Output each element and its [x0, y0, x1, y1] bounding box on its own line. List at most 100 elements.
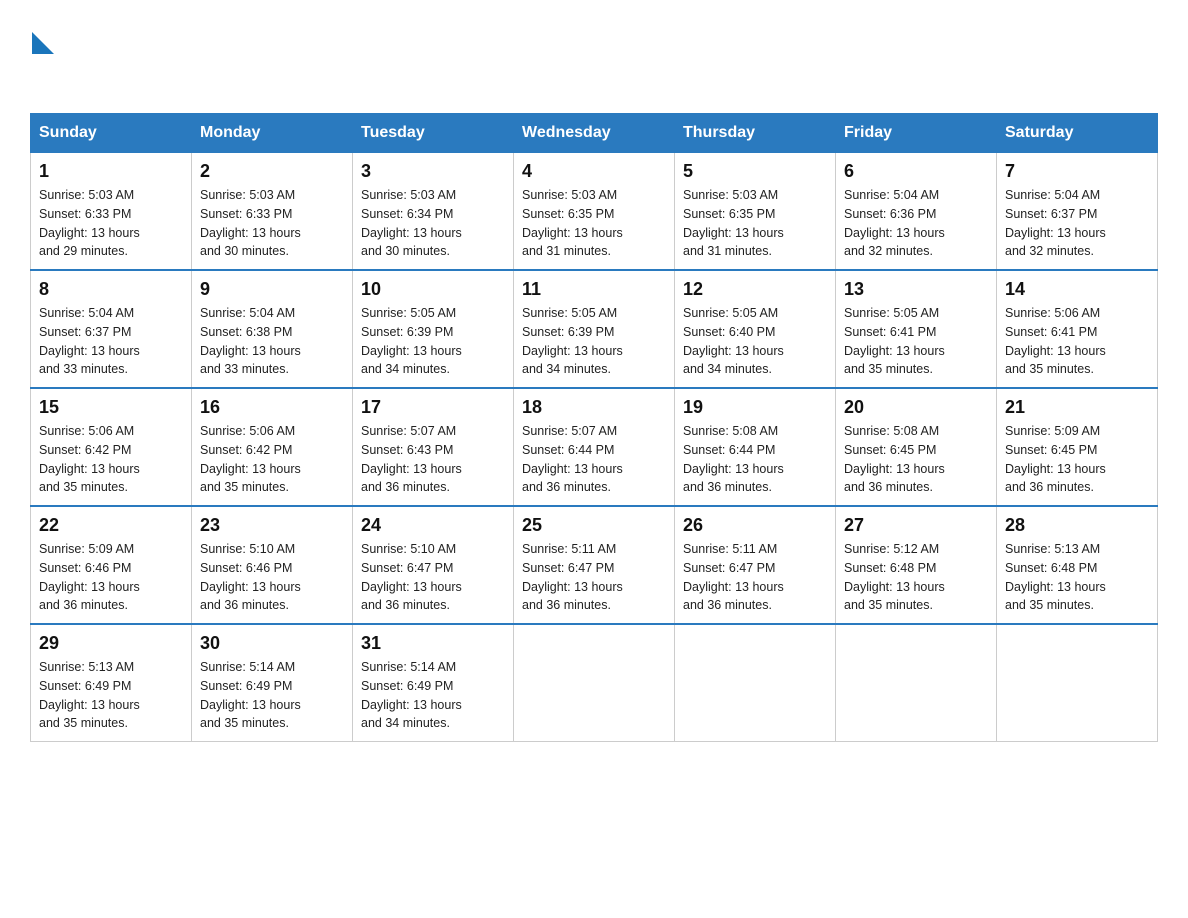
- day-number: 27: [844, 515, 988, 536]
- calendar-cell: 1 Sunrise: 5:03 AMSunset: 6:33 PMDayligh…: [31, 153, 192, 271]
- day-info: Sunrise: 5:08 AMSunset: 6:44 PMDaylight:…: [683, 424, 784, 494]
- day-info: Sunrise: 5:14 AMSunset: 6:49 PMDaylight:…: [200, 660, 301, 730]
- day-info: Sunrise: 5:05 AMSunset: 6:41 PMDaylight:…: [844, 306, 945, 376]
- day-number: 8: [39, 279, 183, 300]
- calendar-cell: 25 Sunrise: 5:11 AMSunset: 6:47 PMDaylig…: [514, 506, 675, 624]
- day-info: Sunrise: 5:06 AMSunset: 6:41 PMDaylight:…: [1005, 306, 1106, 376]
- calendar-cell: 22 Sunrise: 5:09 AMSunset: 6:46 PMDaylig…: [31, 506, 192, 624]
- calendar-cell: 6 Sunrise: 5:04 AMSunset: 6:36 PMDayligh…: [836, 153, 997, 271]
- header-row: SundayMondayTuesdayWednesdayThursdayFrid…: [31, 114, 1158, 153]
- calendar-cell: 13 Sunrise: 5:05 AMSunset: 6:41 PMDaylig…: [836, 270, 997, 388]
- day-number: 31: [361, 633, 505, 654]
- week-row-5: 29 Sunrise: 5:13 AMSunset: 6:49 PMDaylig…: [31, 624, 1158, 742]
- calendar-cell: 21 Sunrise: 5:09 AMSunset: 6:45 PMDaylig…: [997, 388, 1158, 506]
- day-number: 6: [844, 161, 988, 182]
- day-info: Sunrise: 5:09 AMSunset: 6:46 PMDaylight:…: [39, 542, 140, 612]
- day-info: Sunrise: 5:06 AMSunset: 6:42 PMDaylight:…: [39, 424, 140, 494]
- day-number: 1: [39, 161, 183, 182]
- header-monday: Monday: [192, 114, 353, 153]
- calendar-cell: 17 Sunrise: 5:07 AMSunset: 6:43 PMDaylig…: [353, 388, 514, 506]
- day-info: Sunrise: 5:03 AMSunset: 6:33 PMDaylight:…: [200, 188, 301, 258]
- day-info: Sunrise: 5:05 AMSunset: 6:39 PMDaylight:…: [522, 306, 623, 376]
- day-info: Sunrise: 5:14 AMSunset: 6:49 PMDaylight:…: [361, 660, 462, 730]
- calendar-cell: 15 Sunrise: 5:06 AMSunset: 6:42 PMDaylig…: [31, 388, 192, 506]
- day-info: Sunrise: 5:04 AMSunset: 6:38 PMDaylight:…: [200, 306, 301, 376]
- day-info: Sunrise: 5:07 AMSunset: 6:43 PMDaylight:…: [361, 424, 462, 494]
- calendar-cell: 31 Sunrise: 5:14 AMSunset: 6:49 PMDaylig…: [353, 624, 514, 742]
- day-info: Sunrise: 5:08 AMSunset: 6:45 PMDaylight:…: [844, 424, 945, 494]
- page-header: [30, 20, 1158, 93]
- day-number: 28: [1005, 515, 1149, 536]
- day-number: 3: [361, 161, 505, 182]
- day-number: 2: [200, 161, 344, 182]
- day-number: 20: [844, 397, 988, 418]
- calendar-cell: 30 Sunrise: 5:14 AMSunset: 6:49 PMDaylig…: [192, 624, 353, 742]
- calendar-table: SundayMondayTuesdayWednesdayThursdayFrid…: [30, 113, 1158, 742]
- header-friday: Friday: [836, 114, 997, 153]
- calendar-cell: 10 Sunrise: 5:05 AMSunset: 6:39 PMDaylig…: [353, 270, 514, 388]
- calendar-cell: [836, 624, 997, 742]
- calendar-cell: 20 Sunrise: 5:08 AMSunset: 6:45 PMDaylig…: [836, 388, 997, 506]
- day-number: 16: [200, 397, 344, 418]
- day-number: 5: [683, 161, 827, 182]
- day-number: 22: [39, 515, 183, 536]
- day-number: 9: [200, 279, 344, 300]
- calendar-cell: 19 Sunrise: 5:08 AMSunset: 6:44 PMDaylig…: [675, 388, 836, 506]
- day-info: Sunrise: 5:03 AMSunset: 6:33 PMDaylight:…: [39, 188, 140, 258]
- header-thursday: Thursday: [675, 114, 836, 153]
- header-sunday: Sunday: [31, 114, 192, 153]
- calendar-cell: 23 Sunrise: 5:10 AMSunset: 6:46 PMDaylig…: [192, 506, 353, 624]
- day-info: Sunrise: 5:05 AMSunset: 6:39 PMDaylight:…: [361, 306, 462, 376]
- calendar-cell: 11 Sunrise: 5:05 AMSunset: 6:39 PMDaylig…: [514, 270, 675, 388]
- day-info: Sunrise: 5:11 AMSunset: 6:47 PMDaylight:…: [683, 542, 784, 612]
- day-info: Sunrise: 5:03 AMSunset: 6:35 PMDaylight:…: [683, 188, 784, 258]
- day-info: Sunrise: 5:04 AMSunset: 6:37 PMDaylight:…: [39, 306, 140, 376]
- day-info: Sunrise: 5:10 AMSunset: 6:47 PMDaylight:…: [361, 542, 462, 612]
- calendar-cell: 9 Sunrise: 5:04 AMSunset: 6:38 PMDayligh…: [192, 270, 353, 388]
- calendar-cell: 7 Sunrise: 5:04 AMSunset: 6:37 PMDayligh…: [997, 153, 1158, 271]
- day-number: 21: [1005, 397, 1149, 418]
- week-row-1: 1 Sunrise: 5:03 AMSunset: 6:33 PMDayligh…: [31, 153, 1158, 271]
- day-number: 12: [683, 279, 827, 300]
- day-info: Sunrise: 5:10 AMSunset: 6:46 PMDaylight:…: [200, 542, 301, 612]
- week-row-2: 8 Sunrise: 5:04 AMSunset: 6:37 PMDayligh…: [31, 270, 1158, 388]
- header-wednesday: Wednesday: [514, 114, 675, 153]
- day-info: Sunrise: 5:13 AMSunset: 6:49 PMDaylight:…: [39, 660, 140, 730]
- day-number: 19: [683, 397, 827, 418]
- day-number: 10: [361, 279, 505, 300]
- logo-triangle-icon: [32, 32, 54, 54]
- day-number: 14: [1005, 279, 1149, 300]
- calendar-cell: 29 Sunrise: 5:13 AMSunset: 6:49 PMDaylig…: [31, 624, 192, 742]
- calendar-cell: 27 Sunrise: 5:12 AMSunset: 6:48 PMDaylig…: [836, 506, 997, 624]
- day-number: 30: [200, 633, 344, 654]
- day-info: Sunrise: 5:04 AMSunset: 6:37 PMDaylight:…: [1005, 188, 1106, 258]
- calendar-cell: 24 Sunrise: 5:10 AMSunset: 6:47 PMDaylig…: [353, 506, 514, 624]
- week-row-4: 22 Sunrise: 5:09 AMSunset: 6:46 PMDaylig…: [31, 506, 1158, 624]
- calendar-cell: 18 Sunrise: 5:07 AMSunset: 6:44 PMDaylig…: [514, 388, 675, 506]
- day-number: 13: [844, 279, 988, 300]
- calendar-cell: 16 Sunrise: 5:06 AMSunset: 6:42 PMDaylig…: [192, 388, 353, 506]
- day-info: Sunrise: 5:13 AMSunset: 6:48 PMDaylight:…: [1005, 542, 1106, 612]
- day-number: 25: [522, 515, 666, 536]
- day-info: Sunrise: 5:03 AMSunset: 6:35 PMDaylight:…: [522, 188, 623, 258]
- header-saturday: Saturday: [997, 114, 1158, 153]
- calendar-cell: [675, 624, 836, 742]
- day-info: Sunrise: 5:05 AMSunset: 6:40 PMDaylight:…: [683, 306, 784, 376]
- day-info: Sunrise: 5:03 AMSunset: 6:34 PMDaylight:…: [361, 188, 462, 258]
- calendar-cell: [514, 624, 675, 742]
- day-number: 17: [361, 397, 505, 418]
- calendar-cell: 3 Sunrise: 5:03 AMSunset: 6:34 PMDayligh…: [353, 153, 514, 271]
- day-number: 26: [683, 515, 827, 536]
- calendar-cell: 8 Sunrise: 5:04 AMSunset: 6:37 PMDayligh…: [31, 270, 192, 388]
- day-number: 29: [39, 633, 183, 654]
- calendar-cell: 14 Sunrise: 5:06 AMSunset: 6:41 PMDaylig…: [997, 270, 1158, 388]
- calendar-cell: 28 Sunrise: 5:13 AMSunset: 6:48 PMDaylig…: [997, 506, 1158, 624]
- day-number: 15: [39, 397, 183, 418]
- calendar-cell: 12 Sunrise: 5:05 AMSunset: 6:40 PMDaylig…: [675, 270, 836, 388]
- calendar-cell: 5 Sunrise: 5:03 AMSunset: 6:35 PMDayligh…: [675, 153, 836, 271]
- day-info: Sunrise: 5:04 AMSunset: 6:36 PMDaylight:…: [844, 188, 945, 258]
- calendar-cell: 2 Sunrise: 5:03 AMSunset: 6:33 PMDayligh…: [192, 153, 353, 271]
- day-number: 7: [1005, 161, 1149, 182]
- calendar-cell: [997, 624, 1158, 742]
- header-tuesday: Tuesday: [353, 114, 514, 153]
